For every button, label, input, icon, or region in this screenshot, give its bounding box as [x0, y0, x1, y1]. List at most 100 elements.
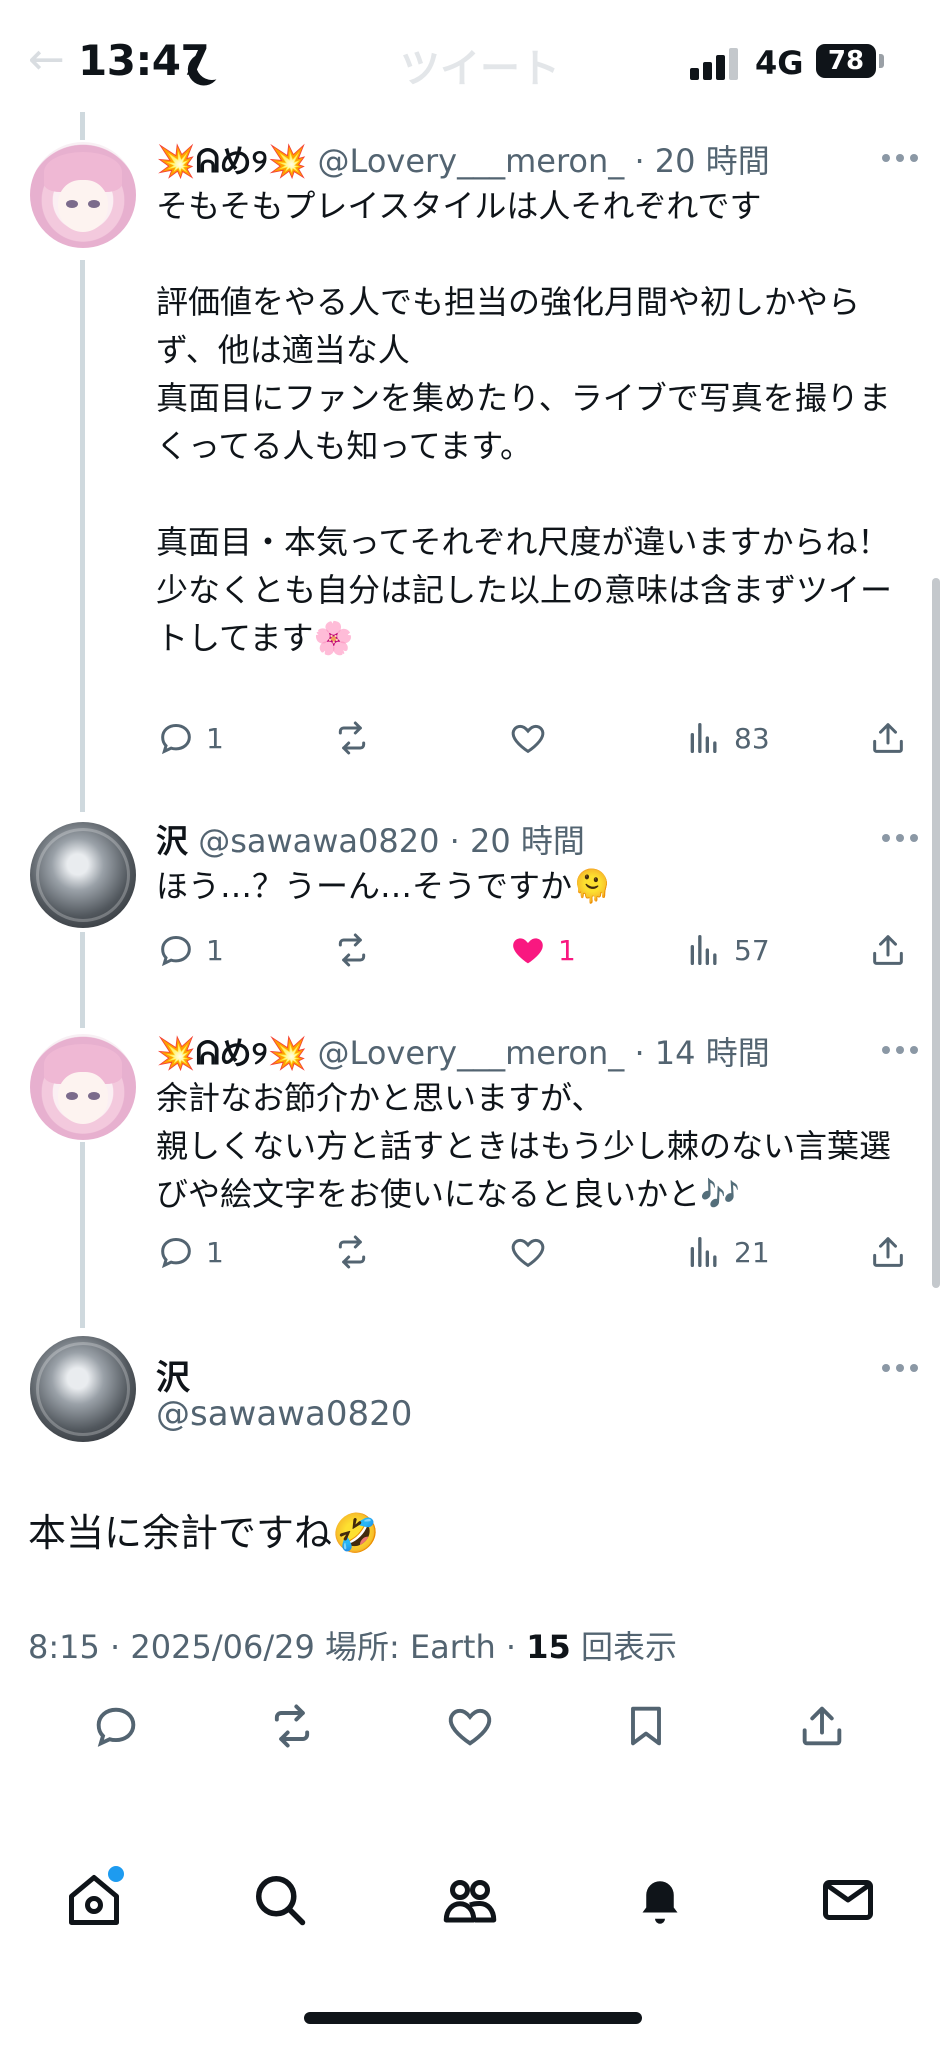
view-count: 57 — [734, 933, 770, 967]
view-count: 83 — [734, 721, 770, 755]
like-button[interactable]: 1 — [508, 928, 576, 972]
view-count: 21 — [734, 1235, 770, 1269]
main-tweet-text: 本当に余計ですね🤣 — [28, 1511, 380, 1555]
communities-icon — [443, 1880, 497, 1923]
reply-button[interactable]: 1 — [156, 928, 224, 972]
search-icon — [256, 1876, 306, 1926]
retweet-button[interactable] — [332, 1230, 382, 1274]
reply-count: 1 — [206, 933, 224, 967]
share-button[interactable] — [868, 1230, 908, 1274]
share-icon — [802, 1706, 842, 1746]
share-button[interactable] — [868, 716, 908, 760]
battery-tip — [879, 54, 884, 68]
signal-icon — [690, 46, 740, 80]
author-name[interactable]: 💥ᕱめ୨💥 — [156, 142, 307, 180]
like-button[interactable] — [508, 1230, 558, 1274]
scrollbar[interactable] — [932, 578, 940, 1288]
separator: · — [634, 1034, 645, 1072]
tweet-timestamp: 8:15 · 2025/06/29 場所: Earth · — [28, 1628, 527, 1666]
share-button[interactable] — [868, 928, 908, 972]
author-handle[interactable]: @Lovery___meron_ — [318, 1034, 625, 1072]
thread-line — [80, 1142, 85, 1328]
views-chart-icon — [690, 1237, 717, 1267]
author-name[interactable]: 沢 — [156, 822, 188, 860]
reply-button[interactable]: 1 — [156, 716, 224, 760]
thread-line — [80, 932, 85, 1028]
reply-icon — [161, 1237, 191, 1269]
status-bar: ← ツイート 13:47 4G 78 — [0, 0, 946, 120]
nav-messages[interactable] — [818, 1870, 882, 1934]
tweet-actions: 1 1 57 — [156, 928, 916, 972]
retweet-button[interactable] — [332, 716, 382, 760]
tweet-actions: 1 21 — [156, 1230, 916, 1274]
main-tweet-actions — [0, 1700, 946, 1760]
separator: · — [634, 142, 645, 180]
header-title: ツイート — [400, 46, 560, 92]
tweet-time: 14 時間 — [654, 1034, 770, 1072]
views-button[interactable]: 57 — [684, 928, 770, 972]
more-options-icon[interactable] — [882, 154, 918, 164]
reply-count: 1 — [206, 1235, 224, 1269]
tweet-time: 20 時間 — [469, 822, 585, 860]
avatar[interactable] — [30, 1336, 136, 1442]
heart-filled-icon — [513, 938, 543, 964]
avatar[interactable] — [30, 822, 136, 928]
views-chart-icon — [690, 723, 717, 753]
share-icon — [873, 723, 903, 753]
tweet-time: 20 時間 — [654, 142, 770, 180]
author-handle[interactable]: @Lovery___meron_ — [318, 142, 625, 180]
reply-button[interactable] — [90, 1700, 146, 1756]
tweet-text: 余計なお節介かと思いますが、 親しくない方と話すときはもう少し棘のない言葉選びや… — [156, 1079, 892, 1213]
notification-dot — [108, 1866, 124, 1882]
bottom-nav — [0, 1870, 946, 1942]
home-indicator[interactable] — [304, 2012, 642, 2024]
more-options-icon[interactable] — [882, 1046, 918, 1056]
views-chart-icon — [690, 935, 717, 965]
share-icon — [873, 1237, 903, 1267]
bookmark-icon — [631, 1706, 661, 1746]
reply-button[interactable]: 1 — [156, 1230, 224, 1274]
retweet-icon — [274, 1704, 310, 1748]
view-count[interactable]: 15 — [526, 1628, 571, 1666]
heart-icon — [448, 1708, 492, 1746]
mail-icon — [823, 1880, 873, 1920]
bell-icon — [642, 1881, 678, 1924]
author-name[interactable]: 💥ᕱめ୨💥 — [156, 1034, 307, 1072]
reply-icon — [161, 935, 191, 967]
separator: · — [449, 822, 460, 860]
views-label: 回表示 — [580, 1628, 677, 1666]
retweet-icon — [338, 721, 366, 755]
thread-line — [80, 112, 85, 140]
nav-search[interactable] — [250, 1870, 314, 1934]
heart-icon — [511, 1238, 545, 1268]
bookmark-button[interactable] — [620, 1700, 676, 1756]
tweet-header: 💥ᕱめ୨💥 @Lovery___meron_ · 14 時間 — [156, 1028, 770, 1074]
nav-communities[interactable] — [440, 1870, 504, 1934]
nav-notifications[interactable] — [630, 1870, 694, 1934]
more-options-icon[interactable] — [882, 834, 918, 844]
author-name[interactable]: 沢 — [156, 1350, 190, 1399]
author-handle[interactable]: @sawawa0820 — [156, 1394, 412, 1434]
avatar[interactable] — [30, 142, 136, 248]
thread-line — [80, 260, 85, 812]
status-time: 13:47 — [78, 36, 210, 85]
battery-icon: 78 — [816, 44, 876, 78]
retweet-button[interactable] — [332, 928, 382, 972]
tweet-header: 沢 @sawawa0820 · 20 時間 — [156, 816, 585, 862]
avatar[interactable] — [30, 1034, 136, 1140]
back-arrow-icon[interactable]: ← — [28, 34, 65, 85]
like-count: 1 — [558, 933, 576, 967]
like-button[interactable] — [444, 1700, 500, 1756]
views-button[interactable]: 21 — [684, 1230, 770, 1274]
share-button[interactable] — [796, 1700, 852, 1756]
tweet-text: ほう…？うーん…そうですか🫠 — [156, 867, 612, 905]
reply-icon — [161, 723, 191, 755]
views-button[interactable]: 83 — [684, 716, 770, 760]
retweet-button[interactable] — [266, 1700, 322, 1756]
heart-icon — [511, 724, 545, 754]
more-options-icon[interactable] — [882, 1364, 918, 1374]
network-type: 4G — [755, 44, 804, 82]
tweet-text: そもそもプレイスタイルは人それぞれです 評価値をやる人でも担当の強化月間や初しか… — [156, 187, 893, 657]
author-handle[interactable]: @sawawa0820 — [198, 822, 439, 860]
like-button[interactable] — [508, 716, 558, 760]
